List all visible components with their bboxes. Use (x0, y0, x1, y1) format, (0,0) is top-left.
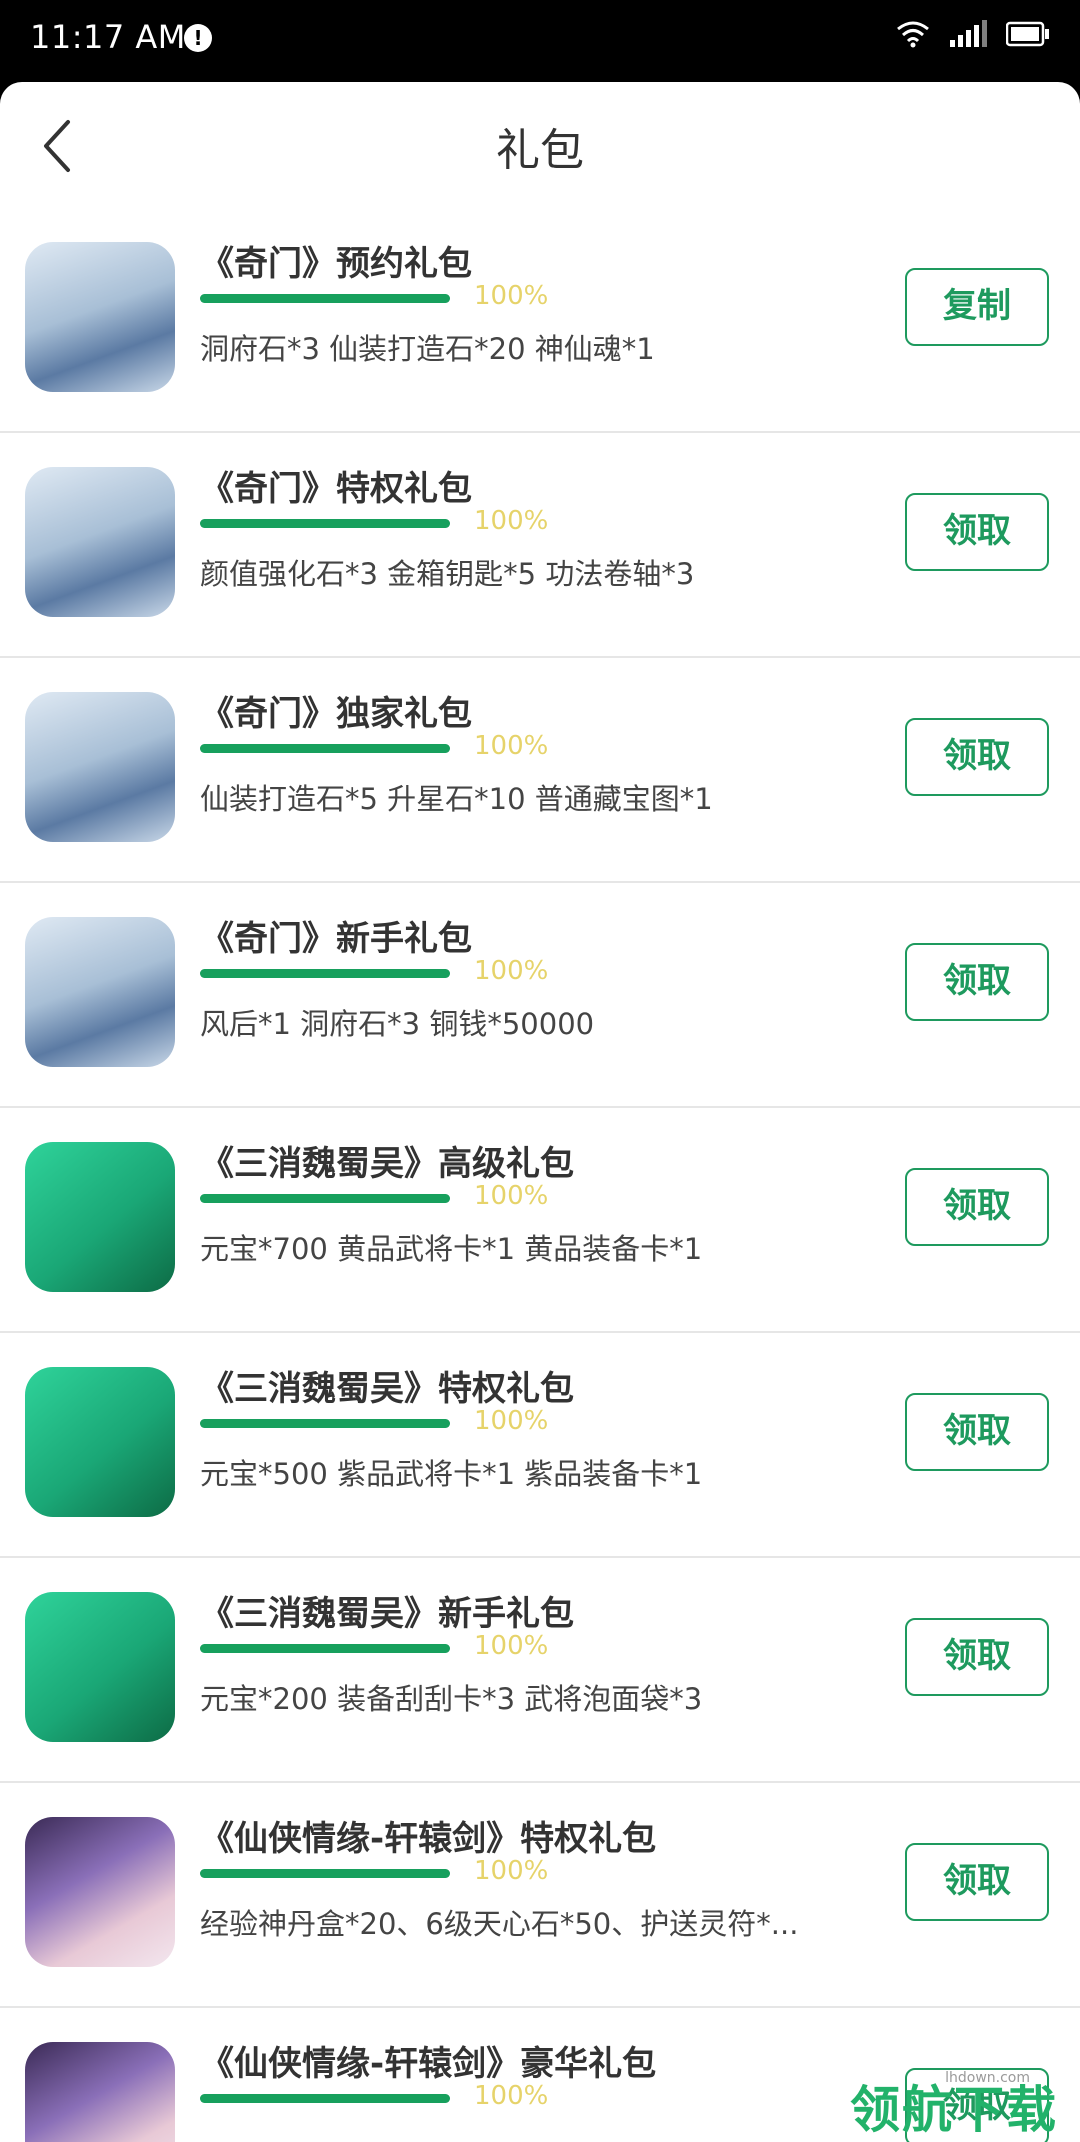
gift-item: 《仙侠情缘-轩辕剑》特权礼包 100% 经验神丹盒*20、6级天心石*50、护送… (0, 1783, 1080, 2008)
alert-icon: ! (184, 24, 212, 52)
progress-percent: 100% (474, 2081, 549, 2111)
progress-bar (200, 2094, 450, 2103)
progress-bar (200, 519, 450, 528)
page-title: 礼包 (496, 125, 584, 176)
gift-item: 《奇门》预约礼包 100% 洞府石*3 仙装打造石*20 神仙魂*1 复制 (0, 208, 1080, 433)
game-icon-sanxiao (25, 1367, 175, 1517)
gift-title: 《仙侠情缘-轩辕剑》特权礼包 (200, 1819, 657, 1859)
game-icon-sanxiao (25, 1592, 175, 1742)
progress-fill (200, 1419, 450, 1428)
gift-title: 《奇门》特权礼包 (200, 469, 472, 509)
claim-button[interactable]: 领取 (905, 718, 1049, 796)
game-icon-qimen (25, 242, 175, 392)
gift-description: 元宝*700 黄品武将卡*1 黄品装备卡*1 (200, 1232, 703, 1266)
game-icon-xianxia (25, 2042, 175, 2142)
game-icon-qimen (25, 917, 175, 1067)
watermark: 领航下载 (850, 2081, 1058, 2139)
claim-button[interactable]: 领取 (905, 1393, 1049, 1471)
progress-bar (200, 1644, 450, 1653)
game-icon-qimen (25, 467, 175, 617)
progress-percent: 100% (474, 506, 549, 536)
claim-button[interactable]: 领取 (905, 1618, 1049, 1696)
wifi-icon (896, 21, 929, 48)
gift-item: 《三消魏蜀吴》特权礼包 100% 元宝*500 紫品武将卡*1 紫品装备卡*1 … (0, 1333, 1080, 1558)
gift-title: 《奇门》新手礼包 (200, 919, 472, 959)
gift-description: 洞府石*3 仙装打造石*20 神仙魂*1 (200, 332, 655, 366)
gift-title: 《奇门》独家礼包 (200, 694, 472, 734)
gift-description: 风后*1 洞府石*3 铜钱*50000 (200, 1007, 595, 1041)
gift-title: 《三消魏蜀吴》新手礼包 (200, 1594, 574, 1634)
gift-list: 《奇门》预约礼包 100% 洞府石*3 仙装打造石*20 神仙魂*1 复制 《奇… (0, 208, 1080, 2142)
progress-bar (200, 294, 450, 303)
progress-percent: 100% (474, 956, 549, 986)
claim-button[interactable]: 领取 (905, 1168, 1049, 1246)
claim-button[interactable]: 领取 (905, 1843, 1049, 1921)
gift-page: 礼包 《奇门》预约礼包 100% 洞府石*3 仙装打造石*20 神仙魂*1 复制… (0, 82, 1080, 2142)
progress-fill (200, 744, 450, 753)
signal-icon (949, 20, 987, 47)
gift-description: 元宝*500 紫品武将卡*1 紫品装备卡*1 (200, 1457, 703, 1491)
progress-fill (200, 519, 450, 528)
game-icon-qimen (25, 692, 175, 842)
gift-description: 元宝*200 装备刮刮卡*3 武将泡面袋*3 (200, 1682, 703, 1716)
progress-fill (200, 969, 450, 978)
status-time: 11:17 AM (30, 18, 186, 56)
progress-bar (200, 744, 450, 753)
gift-item: 《三消魏蜀吴》高级礼包 100% 元宝*700 黄品武将卡*1 黄品装备卡*1 … (0, 1108, 1080, 1333)
progress-bar (200, 1869, 450, 1878)
progress-percent: 100% (474, 1406, 549, 1436)
progress-fill (200, 2094, 450, 2103)
progress-bar (200, 1419, 450, 1428)
progress-fill (200, 294, 450, 303)
game-icon-sanxiao (25, 1142, 175, 1292)
gift-title: 《三消魏蜀吴》特权礼包 (200, 1369, 574, 1409)
gift-title: 《仙侠情缘-轩辕剑》豪华礼包 (200, 2044, 657, 2084)
status-bar: 11:17 AM ! (0, 0, 1080, 82)
claim-button[interactable]: 领取 (905, 493, 1049, 571)
game-icon-xianxia (25, 1817, 175, 1967)
gift-item: 《奇门》新手礼包 100% 风后*1 洞府石*3 铜钱*50000 领取 (0, 883, 1080, 1108)
progress-percent: 100% (474, 1856, 549, 1886)
gift-item: 《奇门》特权礼包 100% 颜值强化石*3 金箱钥匙*5 功法卷轴*3 领取 (0, 433, 1080, 658)
gift-title: 《三消魏蜀吴》高级礼包 (200, 1144, 574, 1184)
progress-bar (200, 969, 450, 978)
gift-title: 《奇门》预约礼包 (200, 244, 472, 284)
progress-percent: 100% (474, 1181, 549, 1211)
gift-item: 《奇门》独家礼包 100% 仙装打造石*5 升星石*10 普通藏宝图*1 领取 (0, 658, 1080, 883)
header: 礼包 (0, 82, 1080, 208)
status-icons (882, 20, 1050, 60)
progress-percent: 100% (474, 281, 549, 311)
progress-fill (200, 1869, 450, 1878)
gift-item: 《三消魏蜀吴》新手礼包 100% 元宝*200 装备刮刮卡*3 武将泡面袋*3 … (0, 1558, 1080, 1783)
progress-percent: 100% (474, 731, 549, 761)
claim-button[interactable]: 领取 (905, 943, 1049, 1021)
copy-button[interactable]: 复制 (905, 268, 1049, 346)
gift-description: 颜值强化石*3 金箱钥匙*5 功法卷轴*3 (200, 557, 695, 591)
progress-fill (200, 1194, 450, 1203)
battery-icon (1006, 21, 1049, 47)
progress-fill (200, 1644, 450, 1653)
progress-percent: 100% (474, 1631, 549, 1661)
progress-bar (200, 1194, 450, 1203)
gift-description: 仙装打造石*5 升星石*10 普通藏宝图*1 (200, 782, 713, 816)
gift-description: 经验神丹盒*20、6级天心石*50、护送灵符*... (200, 1907, 799, 1941)
